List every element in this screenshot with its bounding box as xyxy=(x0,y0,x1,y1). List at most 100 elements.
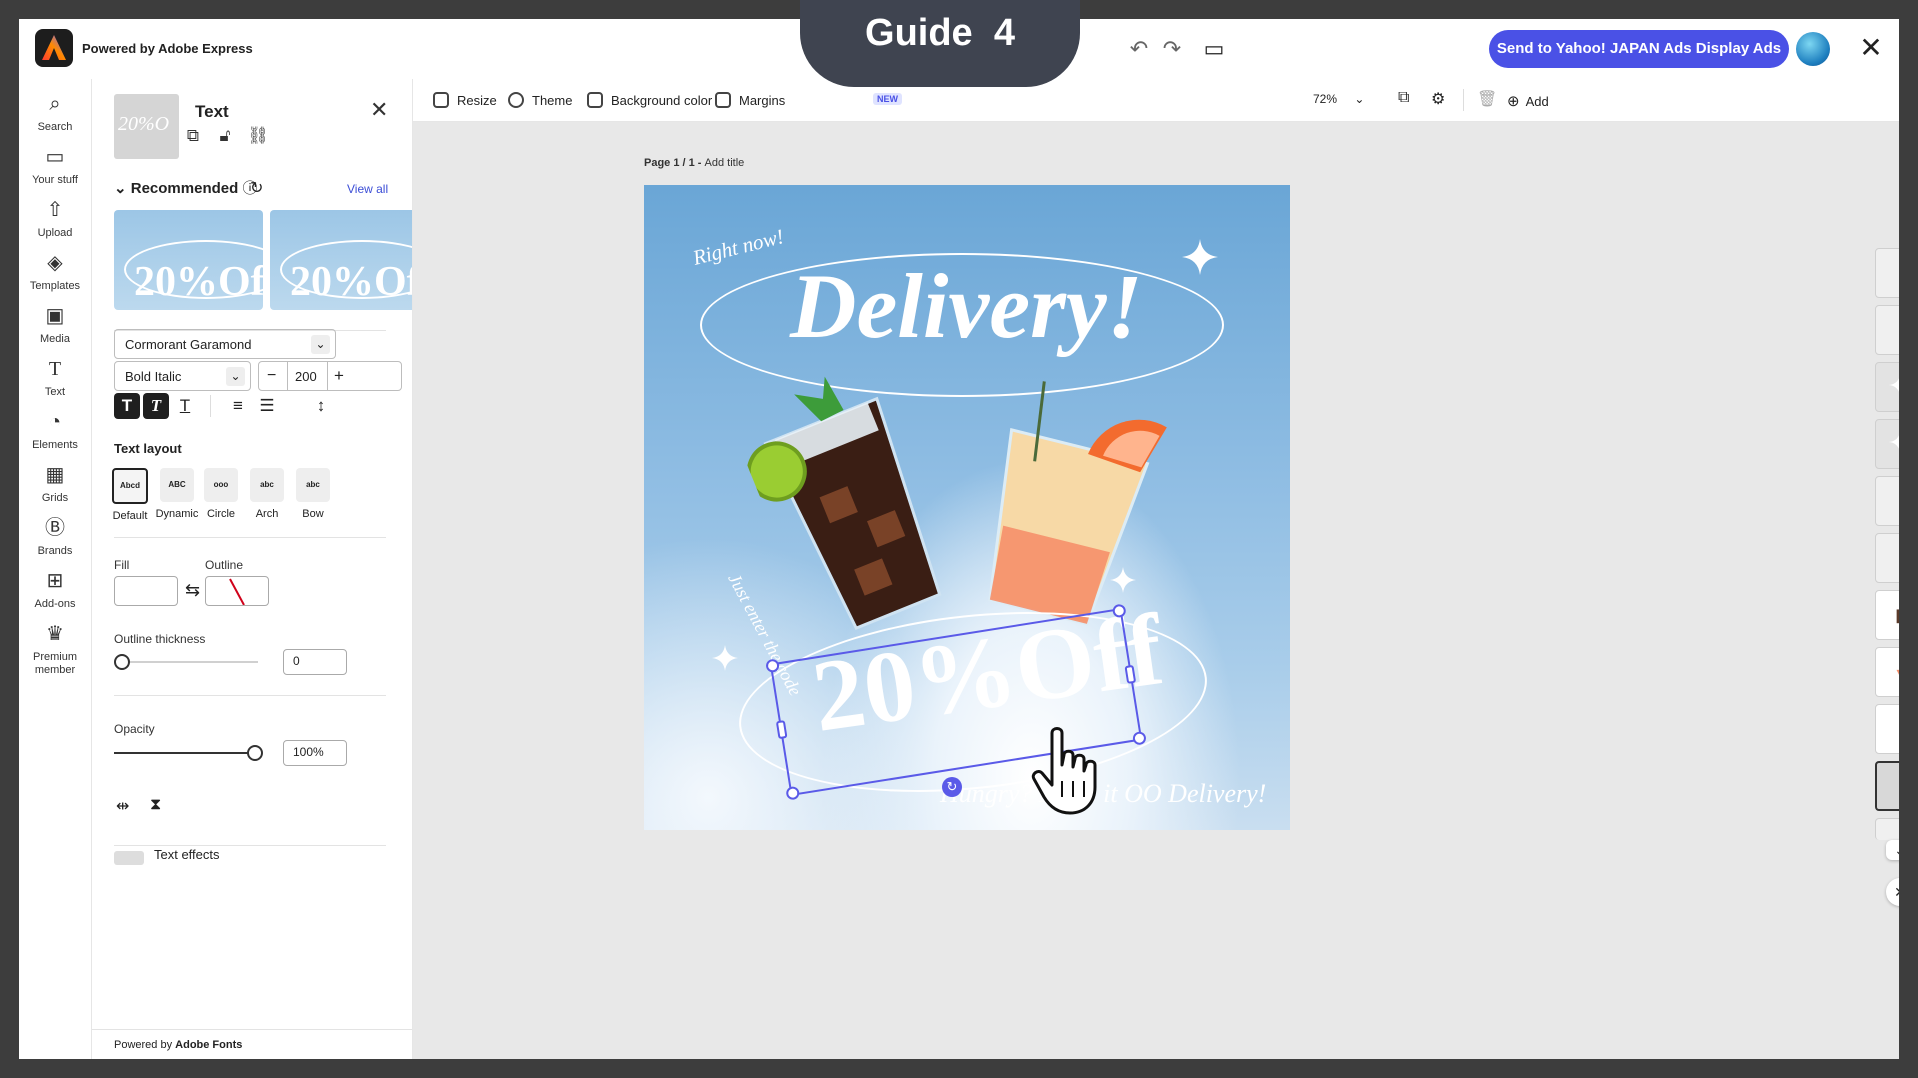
zoom-select[interactable]: 72% ⌄ xyxy=(1313,92,1364,106)
outline-color-swatch[interactable] xyxy=(205,576,269,606)
rail-item-elements[interactable]: ◔ Elements xyxy=(19,409,91,451)
plus-icon[interactable]: + xyxy=(334,366,344,386)
recommended-style-2[interactable]: 20%Off xyxy=(270,210,412,310)
resize-handle[interactable] xyxy=(775,720,788,740)
layout-circle[interactable]: ooo Circle xyxy=(199,468,243,520)
theme-button[interactable]: Theme xyxy=(508,92,572,108)
layer-thumbnail[interactable]: ✦ xyxy=(1875,362,1899,412)
layer-thumbnail[interactable] xyxy=(1875,476,1899,526)
outline-thickness-label: Outline thickness xyxy=(114,632,206,646)
layer-thumbnail[interactable] xyxy=(1875,248,1899,298)
layer-thumbnail[interactable] xyxy=(1875,704,1899,754)
pages-icon[interactable]: ⧉ xyxy=(1398,89,1409,107)
design-canvas[interactable]: Right now! Delivery! Just enter the code… xyxy=(644,185,1290,830)
link-icon[interactable]: ⛓ xyxy=(247,125,269,147)
refresh-icon[interactable]: ↻ xyxy=(250,178,263,198)
minus-icon[interactable]: − xyxy=(267,367,276,385)
text-effects-label[interactable]: Text effects xyxy=(154,847,220,862)
sparkle-icon[interactable] xyxy=(1182,239,1218,275)
bold-button[interactable]: T xyxy=(114,393,140,419)
layer-thumbnail[interactable]: ✦ xyxy=(1875,419,1899,469)
rail-item-media[interactable]: ▣ Media xyxy=(19,303,91,345)
text-layout-title: Text layout xyxy=(114,441,182,456)
addons-icon: ⊞ xyxy=(46,570,64,592)
folder-icon: ▭ xyxy=(45,146,65,168)
layer-thumbnail-selected[interactable] xyxy=(1875,761,1899,811)
layout-arch[interactable]: abc Arch xyxy=(245,468,289,520)
font-style-select[interactable]: Bold Italic ⌄ xyxy=(114,361,251,391)
background-color-button[interactable]: Background color xyxy=(587,92,712,108)
outline-thickness-input[interactable]: 0 xyxy=(283,649,347,675)
layer-thumbnail[interactable] xyxy=(1875,533,1899,583)
layer-thumbnail[interactable]: ▾ xyxy=(1875,647,1899,697)
rail-item-templates[interactable]: ◈ Templates xyxy=(19,250,91,292)
layers-icon[interactable]: ⚙ xyxy=(1431,89,1445,109)
unlock-icon[interactable]: 🔓︎ xyxy=(214,125,236,147)
rail-item-premium[interactable]: ♛ Premium member xyxy=(19,621,91,677)
trash-icon[interactable]: 🗑︎ xyxy=(1477,89,1497,109)
send-to-yahoo-button[interactable]: Send to Yahoo! JAPAN Ads Display Ads xyxy=(1489,30,1789,68)
delivery-headline[interactable]: Delivery! xyxy=(790,253,1143,359)
underline-button[interactable]: T xyxy=(172,393,198,419)
rail-item-brands[interactable]: Ⓑ Brands xyxy=(19,515,91,557)
outline-label: Outline xyxy=(205,558,244,572)
guide-badge: Guide 4 xyxy=(800,0,1080,87)
list-icon[interactable]: ☰ xyxy=(254,393,280,419)
avatar[interactable] xyxy=(1796,32,1830,66)
duplicate-icon[interactable]: ⧉ xyxy=(182,125,204,147)
layer-thumbnail[interactable] xyxy=(1875,305,1899,355)
recommended-style-1[interactable]: 20%Off xyxy=(114,210,263,310)
opacity-knob[interactable] xyxy=(247,745,263,761)
opacity-input[interactable]: 100% xyxy=(283,740,347,766)
layer-thumbnail[interactable]: ▮ xyxy=(1875,590,1899,640)
close-icon[interactable]: ✕ xyxy=(1857,34,1885,62)
text-panel: 20%O Text ✕ ⧉ 🔓︎ ⛓ ⌄ Recommended ⓘ ↻ Vie… xyxy=(92,79,413,1059)
rail-item-your-stuff[interactable]: ▭ Your stuff xyxy=(19,144,91,186)
italic-button[interactable]: T xyxy=(143,393,169,419)
align-right-icon[interactable]: ≡ xyxy=(225,393,251,419)
chevron-down-icon[interactable]: ⌄ xyxy=(1886,840,1899,860)
undo-icon[interactable]: ↶ xyxy=(1127,37,1151,61)
rail-item-search[interactable]: ⌕ Search xyxy=(19,91,91,133)
layout-dynamic[interactable]: ABC Dynamic xyxy=(155,468,199,520)
comment-icon[interactable]: ▭ xyxy=(1202,37,1226,61)
fill-label: Fill xyxy=(114,558,130,572)
swap-icon[interactable]: ⇆ xyxy=(185,580,200,601)
brands-icon: Ⓑ xyxy=(45,517,65,539)
layout-default[interactable]: Abcd Default xyxy=(108,468,152,522)
redo-icon[interactable]: ↷ xyxy=(1160,37,1184,61)
rail-item-text[interactable]: T Text xyxy=(19,356,91,398)
view-all-link[interactable]: View all xyxy=(347,182,388,196)
flip-horizontal-icon[interactable]: ⇹ xyxy=(116,796,129,816)
margins-button[interactable]: Margins xyxy=(715,92,785,108)
rail-item-grids[interactable]: ▦ Grids xyxy=(19,462,91,504)
flip-vertical-icon[interactable]: ⧗ xyxy=(150,796,161,814)
panel-title: Text xyxy=(195,102,229,121)
font-family-select[interactable]: Cormorant Garamond ⌄ xyxy=(114,329,336,359)
text-preview-thumbnail: 20%O xyxy=(114,94,179,159)
rail-item-upload[interactable]: ⇧ Upload xyxy=(19,197,91,239)
font-size-stepper[interactable]: − 200 + xyxy=(258,361,402,391)
recommended-header[interactable]: ⌄ Recommended ⓘ xyxy=(114,177,257,198)
panel-footer: Powered by Adobe Fonts xyxy=(92,1029,412,1059)
fill-color-swatch[interactable] xyxy=(114,576,178,606)
resize-button[interactable]: Resize xyxy=(433,92,497,108)
text-icon: T xyxy=(48,358,62,380)
rotate-icon[interactable]: ↻ xyxy=(942,777,962,797)
right-now-text[interactable]: Right now! xyxy=(690,224,786,271)
sparkle-icon[interactable] xyxy=(712,645,738,671)
add-title-link[interactable]: Add title xyxy=(705,157,745,169)
canvas-toolbar: Resize Theme Background color Margins NE… xyxy=(413,79,1899,122)
line-spacing-icon[interactable]: ↕ xyxy=(308,393,334,419)
rail-item-addons[interactable]: ⊞ Add-ons xyxy=(19,568,91,610)
resize-handle[interactable] xyxy=(785,785,801,801)
add-button[interactable]: ⊕ Add xyxy=(1507,92,1549,110)
outline-thickness-knob[interactable] xyxy=(114,654,130,670)
outline-thickness-slider[interactable] xyxy=(114,661,258,663)
close-panel-icon[interactable]: ✕ xyxy=(370,97,388,123)
layout-bow[interactable]: abc Bow xyxy=(291,468,335,520)
margins-icon xyxy=(715,92,731,108)
layer-thumbnail[interactable] xyxy=(1875,818,1899,840)
opacity-slider[interactable] xyxy=(114,752,258,754)
close-layers-icon[interactable]: ✕ xyxy=(1886,878,1899,906)
